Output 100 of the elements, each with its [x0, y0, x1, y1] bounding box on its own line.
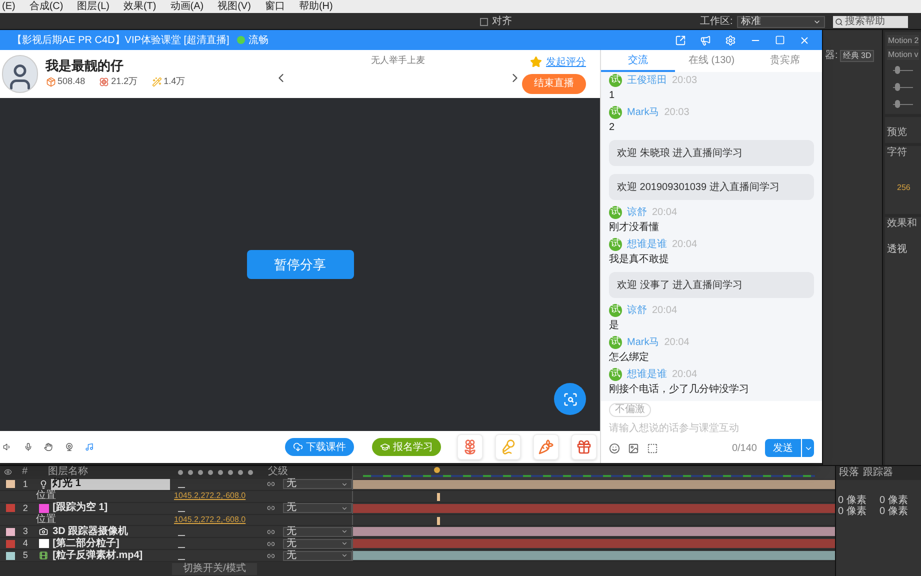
parent-dropdown[interactable]: 无	[282, 550, 352, 561]
speaker-icon[interactable]	[3, 441, 12, 453]
graduation-cap-icon	[380, 442, 390, 452]
user-name: 王俊瑶田	[627, 74, 667, 88]
property-value[interactable]: 1045.2,272.2,-608.0	[174, 492, 246, 500]
close-icon[interactable]	[799, 34, 810, 46]
motion-button[interactable]: Motion v	[887, 49, 919, 60]
caret-icon	[340, 504, 348, 512]
property-name[interactable]: 位置	[36, 491, 174, 502]
indent-value[interactable]: 0 像素	[880, 507, 919, 517]
parent-dropdown[interactable]: 无	[282, 503, 352, 514]
parent-dropdown[interactable]: 无	[282, 526, 352, 537]
settings-icon[interactable]	[725, 34, 736, 46]
snap-checkbox[interactable]	[480, 18, 488, 26]
slider-thumb[interactable]	[895, 100, 900, 108]
floating-action-button[interactable]	[554, 383, 586, 415]
property-name[interactable]: 位置	[36, 514, 174, 525]
user-badge: 试	[609, 74, 622, 86]
caret-icon	[340, 480, 348, 488]
snap-label: 对齐	[492, 16, 512, 26]
gift-button[interactable]	[456, 434, 483, 460]
layer-name[interactable]: [粒子反弹素材.mp4]	[50, 550, 170, 562]
column-header: 父级	[268, 467, 288, 478]
menu-item[interactable]: 视图(V)	[218, 2, 251, 12]
slider-thumb[interactable]	[895, 83, 900, 91]
layer-name[interactable]: [跟踪为空 1]	[50, 502, 170, 514]
chat-input-field[interactable]: 请输入想说的话参与课堂互动	[609, 419, 814, 437]
chat-tab[interactable]: 贵宾席	[748, 50, 822, 72]
cloud-download-icon	[292, 442, 303, 452]
share-icon[interactable]	[675, 34, 686, 46]
indent-value[interactable]: 0 像素	[838, 507, 878, 517]
property-value[interactable]: 1045.2,272.2,-608.0	[174, 516, 246, 524]
message-time: 20:03	[672, 74, 698, 88]
menu-item[interactable]: 帮助(H)	[298, 2, 333, 12]
screenshot-icon[interactable]	[647, 442, 658, 454]
menu-item[interactable]: (E)	[2, 2, 16, 12]
menu-item[interactable]: 窗口	[264, 2, 285, 12]
search-icon	[834, 18, 843, 26]
stat-value: 1.4万	[164, 75, 186, 88]
pick-whip-icon[interactable]	[266, 504, 275, 512]
user-badge: 试	[609, 304, 622, 316]
user-badge: 试	[609, 206, 622, 218]
menu-item[interactable]: 图层(L)	[77, 2, 110, 12]
gift-button[interactable]	[532, 434, 559, 460]
panel-tab[interactable]: 字符	[887, 148, 919, 158]
layer-name[interactable]: 灯光 1	[50, 478, 170, 490]
pick-whip-icon[interactable]	[266, 552, 275, 560]
indent-value[interactable]: 0 像素	[838, 496, 878, 506]
message-time: 20:04	[652, 304, 678, 318]
message-text: 1	[609, 89, 616, 103]
message-text: 2	[609, 121, 616, 135]
slider-thumb[interactable]	[895, 66, 900, 74]
workspace-dropdown[interactable]: 标准	[736, 16, 825, 28]
user-name: 想谁是谁	[627, 368, 667, 382]
stat-value: 508.48	[58, 75, 86, 88]
menu-item[interactable]: 效果(T)	[123, 2, 156, 12]
menu-item[interactable]: 合成(C)	[29, 2, 64, 12]
panel-tab[interactable]: 跟踪器	[863, 468, 893, 478]
message-text: 我是真不敢提	[609, 252, 670, 267]
renderer-dropdown[interactable]: 经典 3D	[840, 50, 874, 62]
music-note-icon[interactable]	[85, 441, 94, 453]
panel-tab[interactable]: 段落	[839, 468, 859, 478]
carrot-icon	[538, 439, 554, 455]
indent-value[interactable]: 0 像素	[880, 496, 919, 506]
search-placeholder: 搜索帮助	[844, 16, 885, 26]
panel-tab[interactable]: 预览	[887, 127, 907, 138]
light-icon	[39, 480, 48, 489]
effect-category[interactable]: 透视	[887, 245, 919, 255]
message-text: 怎么绑定	[609, 350, 650, 365]
announcement-icon[interactable]	[700, 34, 711, 46]
image-icon[interactable]	[628, 442, 639, 454]
join-notice: 欢迎 朱晓琅 进入直播间学习	[609, 140, 814, 166]
gift-box-icon	[46, 77, 56, 87]
hand-icon[interactable]	[44, 441, 53, 453]
microphone-icon[interactable]	[24, 441, 32, 453]
emoji-icon[interactable]	[609, 442, 620, 454]
layer-name[interactable]: [第二部分粒子]	[50, 538, 170, 550]
parent-dropdown[interactable]: 无	[282, 479, 352, 490]
message-time: 20:03	[664, 106, 690, 120]
motion-button[interactable]: Motion 2	[887, 35, 919, 46]
layer-name[interactable]: 3D 跟踪器摄像机	[50, 526, 170, 538]
chat-tab[interactable]: 在线 (130)	[674, 50, 748, 72]
webcam-icon[interactable]	[64, 441, 74, 453]
panel-tab[interactable]: 效果和	[887, 219, 919, 229]
mic-queue-status: 无人举手上麦	[371, 54, 425, 67]
parent-dropdown[interactable]: 无	[282, 538, 352, 549]
send-options-button[interactable]	[802, 439, 814, 457]
maximize-icon[interactable]	[775, 35, 785, 45]
toggle-modes-button[interactable]: 切换开关/模式	[172, 563, 257, 576]
character-counter: 0/140	[732, 442, 757, 456]
search-help-field[interactable]: 搜索帮助	[832, 16, 908, 28]
message-time: 20:04	[664, 336, 690, 350]
font-size-value[interactable]: 256	[897, 184, 919, 192]
pick-whip-icon[interactable]	[266, 480, 275, 488]
pick-whip-icon[interactable]	[266, 528, 275, 536]
gift-button[interactable]	[570, 434, 597, 460]
pick-whip-icon[interactable]	[266, 540, 275, 548]
user-badge: 试	[609, 336, 622, 348]
menu-item[interactable]: 动画(A)	[170, 2, 204, 12]
footage-icon	[39, 551, 48, 560]
